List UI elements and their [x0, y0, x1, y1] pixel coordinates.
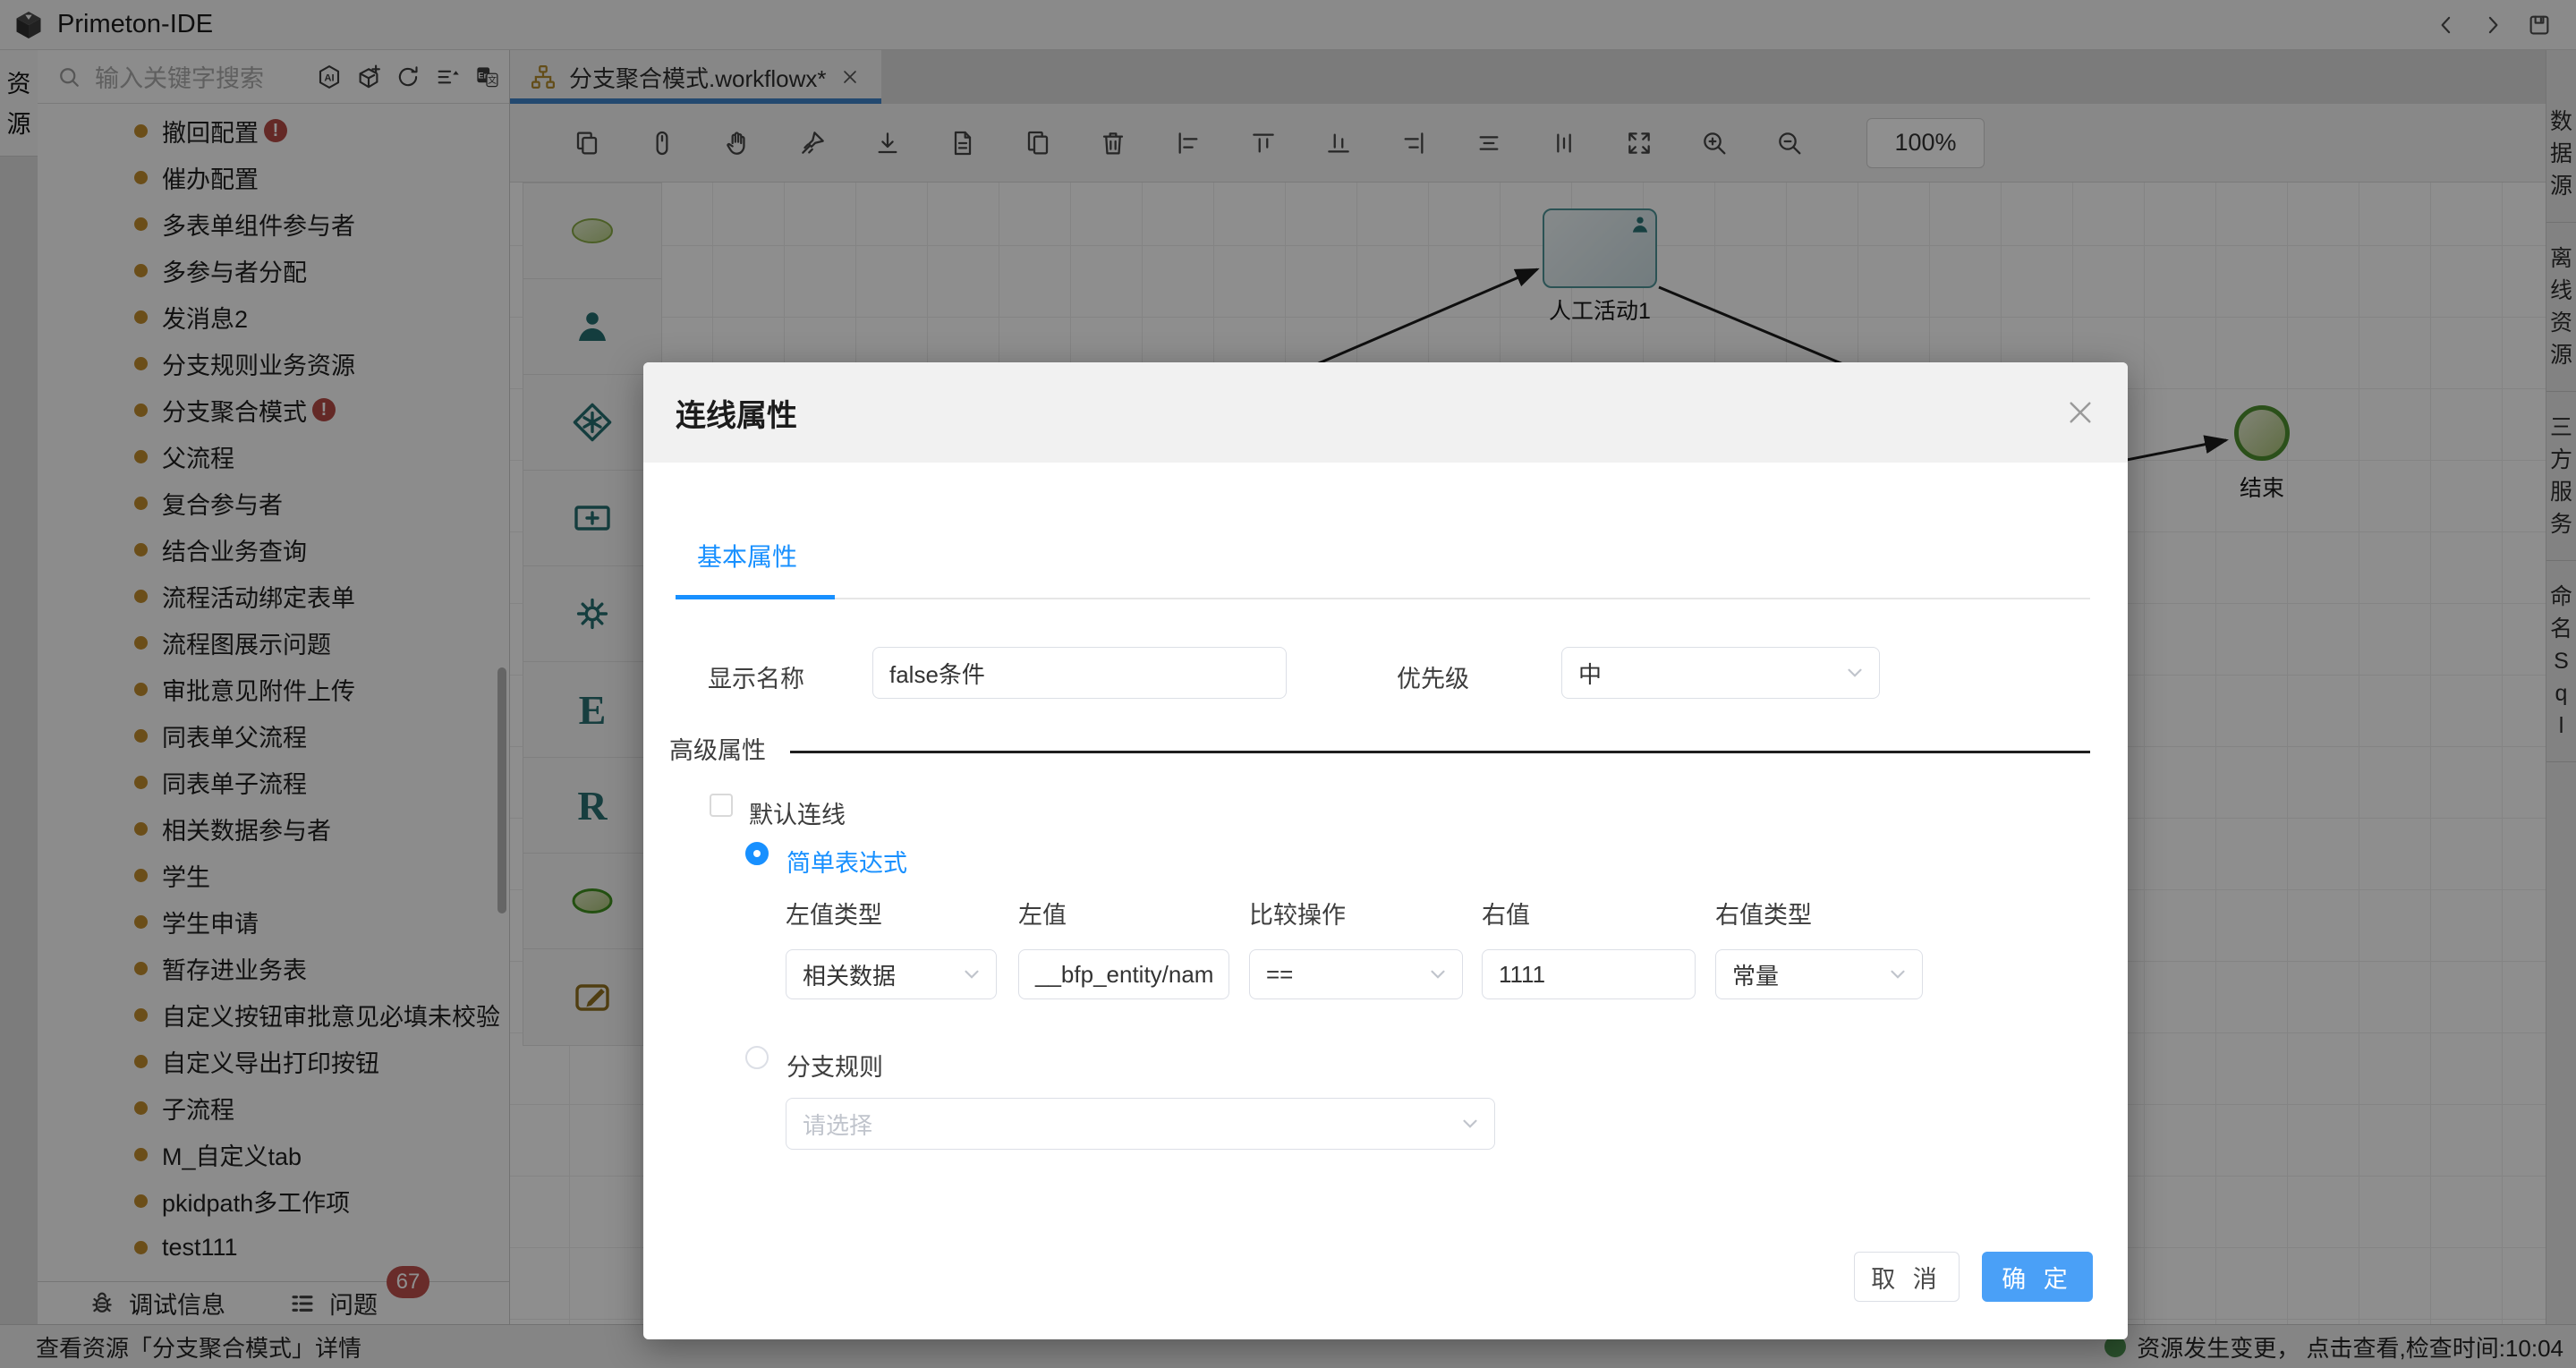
expr-select[interactable]: 相关数据: [786, 949, 997, 999]
expr-select[interactable]: 常量: [1715, 949, 1923, 999]
expr-value: __bfp_entity/nam: [1035, 961, 1213, 989]
active-tab-indicator: [676, 595, 835, 599]
expr-column-label: 右值类型: [1715, 896, 1812, 930]
branch-rule-select[interactable]: 请选择: [786, 1098, 1495, 1150]
tab-divider: [676, 598, 2090, 599]
chevron-down-icon: [1886, 963, 1909, 986]
expr-value: 1111: [1499, 961, 1545, 989]
priority-label: 优先级: [1397, 659, 1469, 694]
priority-select[interactable]: 中: [1561, 647, 1880, 699]
expr-column-label: 左值: [1018, 896, 1067, 930]
default-line-checkbox[interactable]: [710, 794, 733, 817]
branch-rule-radio[interactable]: [745, 1046, 769, 1069]
simple-expression-label: 简单表达式: [786, 844, 907, 879]
dialog-title: 连线属性: [676, 391, 797, 435]
expr-column-label: 右值: [1482, 896, 1530, 930]
chevron-down-icon: [1426, 963, 1450, 986]
cancel-button[interactable]: 取 消: [1854, 1252, 1960, 1302]
advanced-section-label: 高级属性: [669, 731, 766, 766]
expr-select[interactable]: ==: [1249, 949, 1463, 999]
dialog-header: 连线属性: [643, 362, 2128, 463]
expr-value: ==: [1266, 961, 1293, 989]
expr-value: 常量: [1732, 958, 1779, 991]
expr-input[interactable]: __bfp_entity/nam: [1018, 949, 1229, 999]
confirm-button[interactable]: 确 定: [1982, 1252, 2093, 1302]
tab-basic-properties[interactable]: 基本属性: [697, 538, 797, 574]
line-properties-dialog: 连线属性 基本属性 显示名称 false条件 优先级 中 高级属性 默认连线 简…: [643, 362, 2128, 1339]
chevron-down-icon: [960, 963, 983, 986]
expr-value: 相关数据: [803, 958, 896, 991]
branch-rule-label: 分支规则: [786, 1048, 883, 1083]
branch-rule-placeholder: 请选择: [803, 1108, 872, 1141]
expr-column-label: 左值类型: [786, 896, 882, 930]
app-window: Primeton-IDE 资源 输入关键字搜索 AIEn文 撤回配置!催办配置多…: [0, 0, 2576, 1368]
display-name-input[interactable]: false条件: [872, 647, 1287, 699]
priority-value: 中: [1578, 657, 1602, 690]
simple-expression-radio[interactable]: [745, 842, 769, 865]
close-icon[interactable]: [2063, 395, 2097, 429]
expr-input[interactable]: 1111: [1482, 949, 1696, 999]
chevron-down-icon: [1843, 661, 1866, 684]
expr-column-label: 比较操作: [1249, 896, 1346, 930]
default-line-label: 默认连线: [749, 795, 846, 830]
chevron-down-icon: [1458, 1112, 1482, 1135]
advanced-section-divider: [790, 751, 2090, 753]
display-name-label: 显示名称: [708, 659, 804, 694]
